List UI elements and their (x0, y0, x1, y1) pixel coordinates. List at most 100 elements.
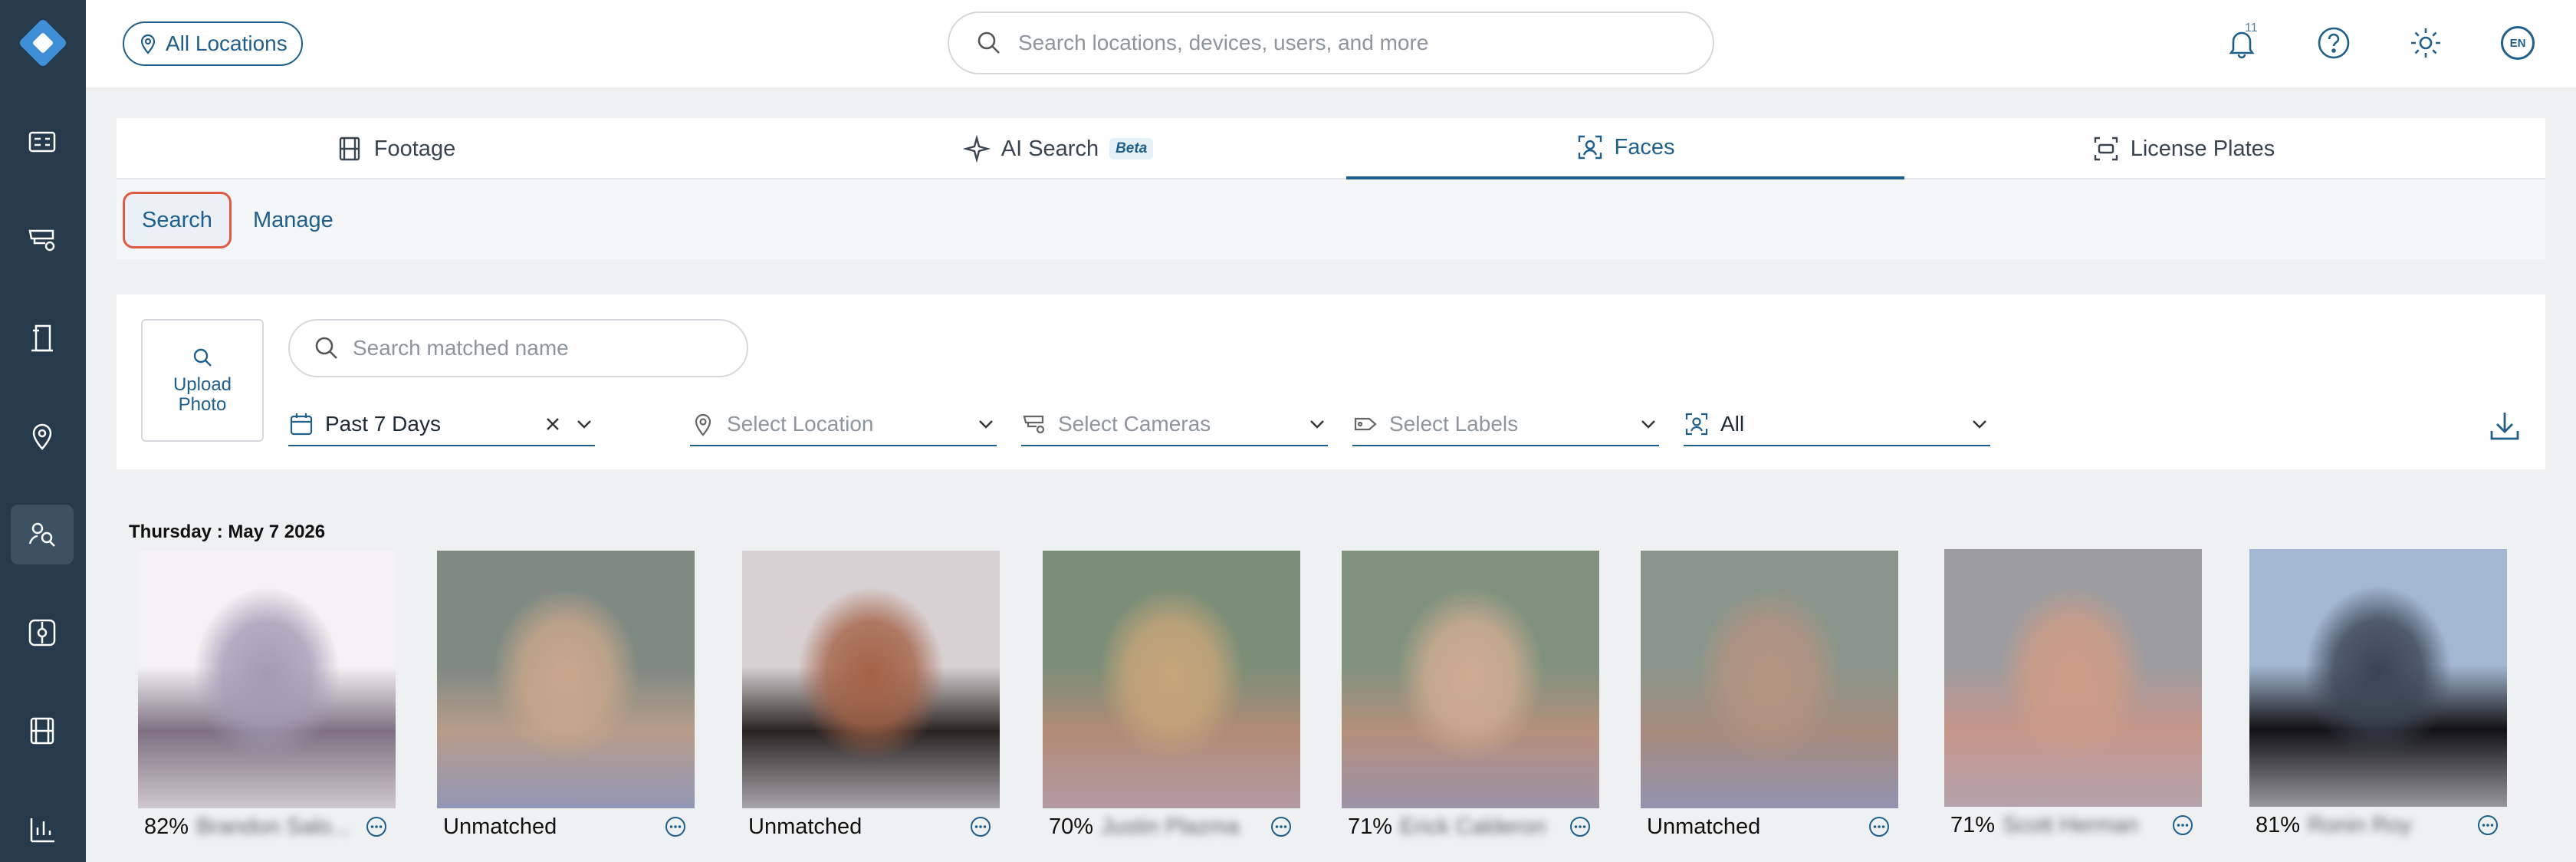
door-access-icon (31, 324, 53, 352)
match-filter-dropdown[interactable]: All (1684, 403, 1990, 446)
date-range-dropdown[interactable]: Past 7 Days (288, 403, 595, 446)
labels-dropdown-value: Select Labels (1389, 412, 1519, 436)
match-filter-value: All (1720, 412, 1745, 436)
chevron-down-icon (979, 420, 993, 429)
matched-name: Erick Calderon (1400, 814, 1546, 839)
match-percent: 71% (1950, 812, 1996, 837)
unmatched-label: Unmatched (443, 814, 557, 839)
search-icon (315, 337, 337, 359)
film-icon (30, 717, 54, 745)
date-range-value: Past 7 Days (325, 412, 441, 436)
location-dropdown-value: Select Location (727, 412, 874, 436)
search-icon (193, 348, 212, 367)
location-selector-label: All Locations (166, 31, 288, 55)
more-options-icon[interactable] (365, 815, 388, 838)
face-caption: Unmatched (742, 808, 1000, 845)
location-pin-icon (695, 413, 711, 436)
sidebar-item-access[interactable] (11, 308, 74, 368)
sidebar-item-sensors[interactable] (11, 603, 74, 663)
face-result-card[interactable]: Unmatched (1641, 551, 1898, 845)
sidebar-item-people-search[interactable] (11, 505, 74, 564)
matched-name: Scott Herman (2003, 812, 2139, 837)
subtab-manage[interactable]: Manage (236, 192, 350, 248)
sidebar-item-footage[interactable] (11, 701, 74, 761)
tab-faces[interactable]: Faces (1346, 118, 1904, 179)
face-caption: 71% Scott Herman (1944, 807, 2202, 844)
upload-photo-button[interactable]: Upload Photo (141, 319, 264, 442)
more-options-icon[interactable] (1569, 815, 1592, 838)
face-thumbnail[interactable] (1944, 549, 2202, 807)
subtab-search[interactable]: Search (123, 192, 232, 248)
more-options-icon[interactable] (1868, 815, 1891, 838)
face-result-card[interactable]: 81% Ronin Roy (2249, 549, 2507, 844)
face-result-card[interactable]: Unmatched (742, 551, 1000, 845)
date-group-header: Thursday : May 7 2026 (129, 521, 326, 542)
app-logo[interactable] (14, 14, 72, 72)
analytics-icon (30, 818, 54, 843)
tab-license-plates[interactable]: License Plates (1904, 118, 2463, 179)
location-pin-icon (32, 423, 52, 450)
chevron-down-icon (1310, 420, 1324, 429)
cameras-dropdown[interactable]: Select Cameras (1021, 403, 1328, 446)
sidebar-item-cameras[interactable] (11, 210, 74, 270)
search-icon (978, 31, 1000, 54)
face-caption: Unmatched (437, 808, 695, 845)
labels-dropdown[interactable]: Select Labels (1352, 403, 1659, 446)
chevron-down-icon (1973, 420, 1986, 429)
filter-panel: Upload Photo Past 7 Days Select Location… (117, 294, 2545, 469)
matched-name: Ronin Roy (2308, 812, 2412, 837)
sub-tabs: Search Manage (117, 179, 2545, 259)
face-thumbnail[interactable] (2249, 549, 2507, 807)
tab-faces-label: Faces (1614, 134, 1675, 160)
more-options-icon[interactable] (1270, 815, 1293, 838)
more-options-icon[interactable] (2171, 814, 2194, 837)
chevron-down-icon (577, 420, 591, 429)
match-percent: 71% (1348, 814, 1393, 839)
more-options-icon[interactable] (664, 815, 687, 838)
face-thumbnail[interactable] (1641, 551, 1898, 808)
main-tabs: Footage AI Search Beta Faces License Pla… (117, 118, 2545, 179)
sidebar-item-dashboard[interactable] (11, 112, 74, 172)
plate-scan-icon (2094, 137, 2118, 161)
notifications-button[interactable]: 11 (2222, 21, 2262, 63)
face-thumbnail[interactable] (742, 551, 1000, 808)
sidebar-item-locations[interactable] (11, 406, 74, 466)
matched-name: Brandon Salo... (196, 814, 350, 839)
tab-footage[interactable]: Footage (117, 118, 675, 179)
match-percent: 81% (2256, 812, 2301, 837)
face-thumbnail[interactable] (437, 551, 695, 808)
face-thumbnail[interactable] (1043, 551, 1300, 808)
location-selector[interactable]: All Locations (123, 21, 303, 66)
face-result-card[interactable]: 71% Erick Calderon (1342, 551, 1599, 845)
face-result-card[interactable]: Unmatched (437, 551, 695, 845)
more-options-icon[interactable] (969, 815, 992, 838)
name-search-input[interactable] (353, 336, 721, 360)
face-thumbnail[interactable] (1342, 551, 1599, 808)
settings-button[interactable] (2406, 23, 2446, 63)
tab-footage-label: Footage (373, 136, 456, 161)
face-result-card[interactable]: 70% Justin Plazma (1043, 551, 1300, 845)
more-options-icon[interactable] (2476, 814, 2499, 837)
tab-ai-search[interactable]: AI Search Beta (779, 118, 1337, 179)
gear-icon (2411, 28, 2440, 58)
chevron-down-icon (1641, 420, 1655, 429)
film-icon (339, 137, 360, 161)
matched-name: Justin Plazma (1101, 814, 1240, 839)
download-icon[interactable] (2487, 408, 2522, 443)
camera-icon (1023, 415, 1045, 434)
help-button[interactable] (2314, 23, 2354, 63)
sidebar-item-analytics[interactable] (11, 799, 74, 859)
language-label: EN (2501, 26, 2535, 60)
people-search-icon (28, 522, 55, 547)
face-thumbnail[interactable] (138, 551, 396, 808)
unmatched-label: Unmatched (748, 814, 863, 839)
face-result-card[interactable]: 71% Scott Herman (1944, 549, 2202, 844)
face-result-card[interactable]: 82% Brandon Salo... (138, 551, 396, 845)
clear-icon[interactable] (543, 414, 563, 434)
global-search-input[interactable] (1018, 31, 1677, 55)
language-button[interactable]: EN (2498, 23, 2538, 63)
location-dropdown[interactable]: Select Location (690, 403, 997, 446)
face-caption: Unmatched (1641, 808, 1898, 845)
face-caption: 70% Justin Plazma (1043, 808, 1300, 845)
unmatched-label: Unmatched (1647, 814, 1761, 839)
